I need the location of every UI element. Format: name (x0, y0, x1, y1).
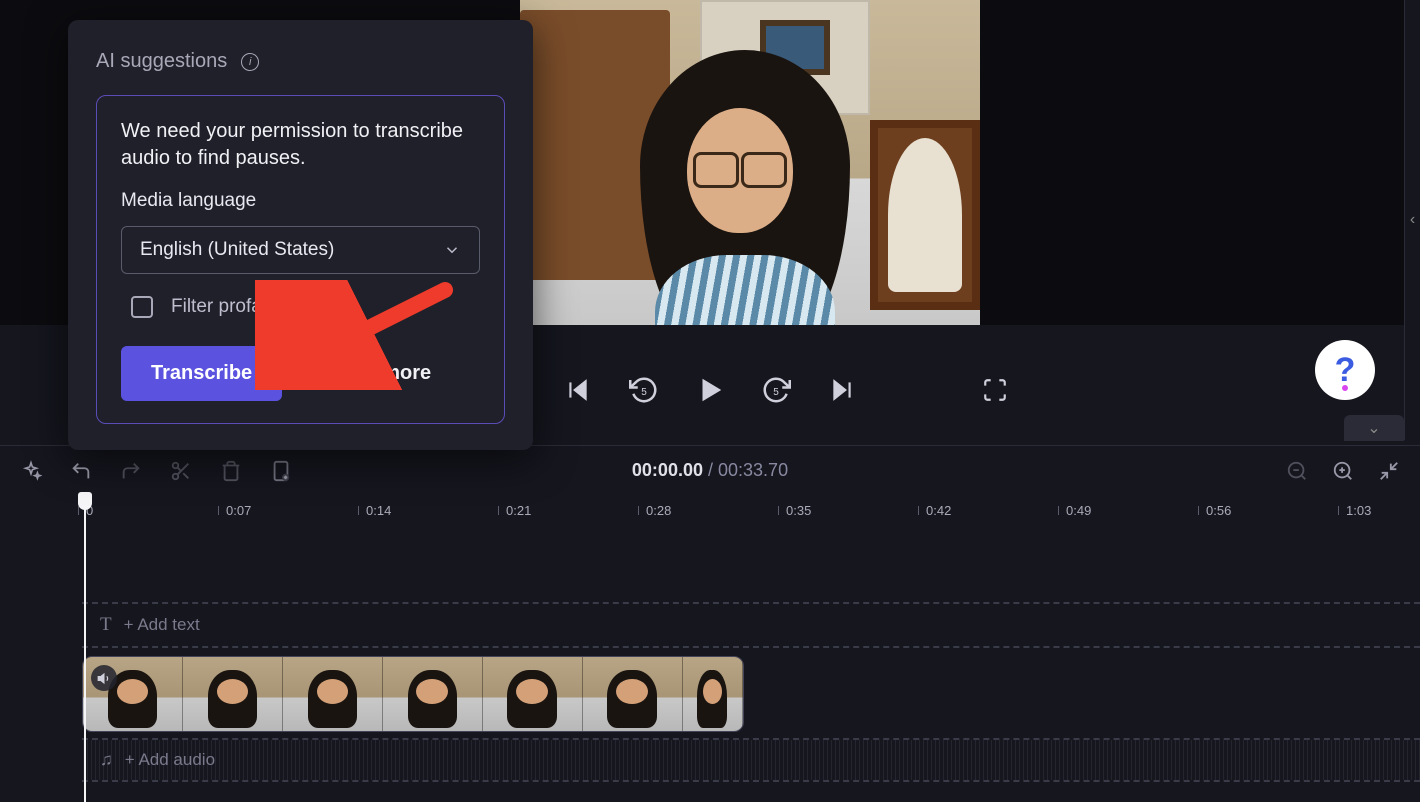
media-language-label: Media language (121, 190, 480, 212)
ai-suggestions-panel: AI suggestions i We need your permission… (68, 20, 533, 450)
add-text-label: + Add text (124, 615, 200, 635)
info-icon[interactable]: i (241, 53, 259, 71)
ruler-tick: 1:03 (1346, 503, 1371, 518)
fit-width-icon[interactable] (1378, 460, 1400, 482)
fullscreen-icon[interactable] (980, 375, 1010, 405)
chevron-down-icon (443, 241, 461, 259)
question-mark-icon: ? (1335, 351, 1356, 390)
cut-icon[interactable] (170, 460, 192, 482)
zoom-out-icon[interactable] (1286, 460, 1308, 482)
delete-icon[interactable] (220, 460, 242, 482)
bottom-panel-toggle[interactable]: ⌄ (1344, 415, 1404, 441)
zoom-in-icon[interactable] (1332, 460, 1354, 482)
transcribe-permission-box: We need your permission to transcribe au… (96, 95, 505, 424)
ai-suggestions-title: AI suggestions (96, 50, 227, 73)
svg-text:5: 5 (773, 387, 779, 398)
undo-icon[interactable] (70, 460, 92, 482)
play-icon[interactable] (695, 375, 725, 405)
video-preview[interactable] (520, 0, 980, 325)
ruler-tick: 0:07 (226, 503, 251, 518)
learn-more-link[interactable]: Learn more (322, 362, 431, 385)
filter-profanity-label: Filter profanity (171, 296, 291, 318)
ruler-tick: 0:28 (646, 503, 671, 518)
ruler-tick: 0:21 (506, 503, 531, 518)
music-note-icon: ♫ (100, 750, 113, 770)
total-duration: 00:33.70 (718, 460, 788, 480)
ruler-tick: 0:14 (366, 503, 391, 518)
clip-volume-icon[interactable] (91, 665, 117, 691)
svg-text:5: 5 (641, 387, 647, 398)
text-icon: T (100, 614, 112, 636)
language-select-value: English (United States) (140, 239, 334, 261)
chevron-left-icon: ‹ (1410, 211, 1415, 229)
language-select[interactable]: English (United States) (121, 226, 480, 274)
video-clip[interactable] (82, 656, 744, 732)
timeline-ruler[interactable]: 00:070:140:210:280:350:420:490:561:03 (0, 495, 1420, 533)
ruler-tick: 0:35 (786, 503, 811, 518)
rewind-5-icon[interactable]: 5 (629, 375, 659, 405)
filter-profanity-checkbox[interactable] (131, 296, 153, 318)
playhead[interactable] (78, 492, 92, 802)
help-indicator-dot (1342, 385, 1348, 391)
redo-icon[interactable] (120, 460, 142, 482)
ruler-tick: 0:49 (1066, 503, 1091, 518)
skip-forward-icon[interactable] (827, 375, 857, 405)
timeline-timestamp: 00:00.00 / 00:33.70 (632, 460, 788, 481)
info-icon[interactable]: i (313, 298, 331, 316)
transcribe-button[interactable]: Transcribe (121, 346, 282, 401)
timeline-toolbar: 00:00.00 / 00:33.70 (0, 445, 1420, 495)
ruler-tick: 0:56 (1206, 503, 1231, 518)
chevron-down-icon: ⌄ (1367, 418, 1380, 438)
audio-track-placeholder[interactable]: ♫ + Add audio (82, 738, 1420, 782)
permission-text: We need your permission to transcribe au… (121, 118, 480, 172)
add-audio-label: + Add audio (125, 750, 215, 770)
skip-back-icon[interactable] (563, 375, 593, 405)
text-track-placeholder[interactable]: T + Add text (82, 602, 1420, 648)
forward-5-icon[interactable]: 5 (761, 375, 791, 405)
help-button[interactable]: ? (1315, 340, 1375, 400)
mobile-add-icon[interactable] (270, 460, 292, 482)
ruler-tick: 0:42 (926, 503, 951, 518)
video-frame-content (520, 0, 980, 325)
ai-sparkle-icon[interactable] (20, 460, 42, 482)
current-time: 00:00.00 (632, 460, 703, 480)
timeline-tracks: T + Add text ♫ + Add audio (82, 540, 1420, 782)
